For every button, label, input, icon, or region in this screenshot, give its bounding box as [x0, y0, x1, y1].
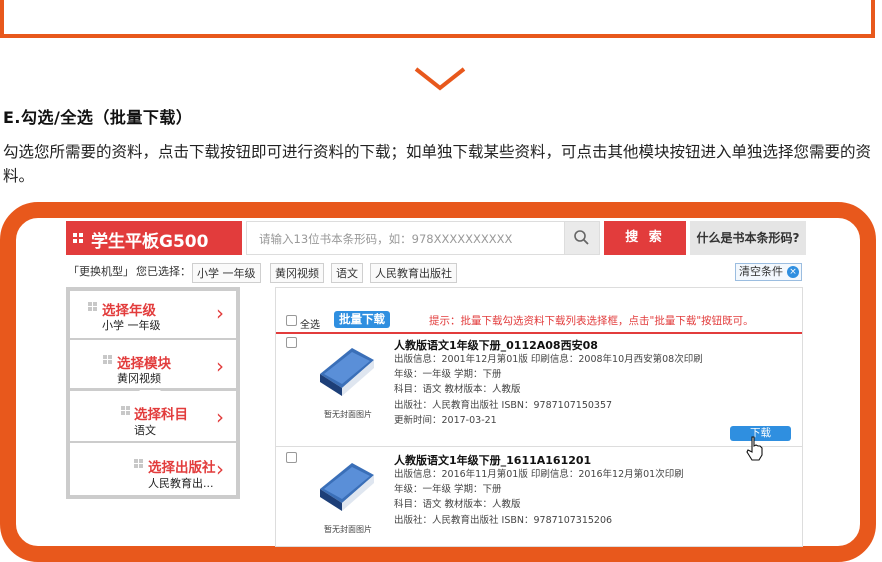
sidebar-item-value: 语文 — [134, 424, 156, 437]
results-panel: 全选 批量下载 提示：批量下载勾选资料下载列表选择框，点击"批量下载"按钮既可。… — [275, 287, 803, 547]
book-icon — [320, 463, 374, 511]
book-icon — [320, 348, 374, 396]
clear-filters-button[interactable]: 清空条件 × — [735, 263, 802, 281]
filter-chip-module[interactable]: 黄冈视频 — [270, 263, 324, 283]
chevron-right-icon: › — [216, 457, 224, 481]
list-item: 暂无封面图片 人教版语文1年级下册_0112A08西安08 出版信息：2001年… — [276, 334, 802, 461]
grid-icon — [121, 406, 131, 416]
chevron-right-icon: › — [216, 354, 224, 378]
result-publisher: 出版社：人民教育出版社 ISBN：9787107315206 — [394, 515, 613, 526]
sidebar-item-module[interactable]: 选择模块 黄冈视频 › — [70, 340, 236, 388]
result-subject: 科目：语文 教材版本：人教版 — [394, 499, 521, 510]
hint-text: 提示：批量下载勾选资料下载列表选择框，点击"批量下载"按钮既可。 — [429, 315, 754, 327]
previous-section-frame — [0, 0, 875, 38]
result-subject: 科目：语文 教材版本：人教版 — [394, 384, 521, 395]
search-input[interactable]: 请输入13位书本条形码，如：978XXXXXXXXXX — [246, 221, 564, 255]
search-icon[interactable] — [564, 221, 600, 255]
sidebar-item-title: 选择年级 — [102, 303, 156, 319]
item-checkbox[interactable] — [286, 337, 297, 348]
grid-icon — [73, 233, 83, 243]
batch-download-button[interactable]: 批量下载 — [334, 311, 390, 328]
sidebar-item-publisher[interactable]: 选择出版社 人民教育出... › — [70, 443, 236, 495]
chevron-right-icon: › — [216, 405, 224, 429]
section-title: E.勾选/全选（批量下载） — [3, 108, 193, 127]
list-item: 暂无封面图片 人教版语文1年级下册_1611A161201 出版信息：2016年… — [276, 449, 802, 561]
sidebar-item-subject[interactable]: 选择科目 语文 › — [70, 391, 236, 441]
chevron-right-icon: › — [216, 301, 224, 325]
no-cover-label: 暂无封面图片 — [324, 525, 372, 534]
sidebar-item-value: 人民教育出... — [148, 477, 214, 490]
sidebar-item-title: 选择出版社 — [148, 460, 216, 476]
sidebar: 选择年级 小学 一年级 › 选择模块 黄冈视频 › 选择科目 语文 › 选择出版… — [66, 287, 240, 499]
sidebar-item-grade[interactable]: 选择年级 小学 一年级 › — [70, 291, 236, 338]
what-is-barcode-button[interactable]: 什么是书本条形码? — [690, 221, 806, 255]
sidebar-item-title: 选择科目 — [134, 407, 188, 423]
sidebar-item-value: 黄冈视频 — [117, 372, 161, 385]
selected-label: 您已选择： — [136, 265, 191, 278]
result-grade: 年级：一年级 学期：下册 — [394, 369, 502, 380]
device-name: 学生平板G500 — [91, 232, 209, 252]
grid-icon — [103, 355, 113, 365]
no-cover-label: 暂无封面图片 — [324, 410, 372, 419]
filter-chip-grade[interactable]: 小学 一年级 — [192, 263, 261, 283]
chevron-down-icon — [414, 67, 466, 91]
grid-icon — [134, 459, 144, 469]
item-checkbox[interactable] — [286, 452, 297, 463]
close-icon: × — [787, 266, 799, 278]
result-edition: 出版信息：2001年12月第01版 印刷信息：2008年10月西安第08次印刷 — [394, 354, 703, 365]
select-all-checkbox[interactable] — [286, 315, 297, 326]
select-all-label: 全选 — [300, 320, 320, 331]
sidebar-item-title: 选择模块 — [117, 356, 171, 372]
grid-icon — [88, 302, 98, 312]
filter-chip-publisher[interactable]: 人民教育出版社 — [370, 263, 457, 283]
result-updated: 更新时间：2017-03-21 — [394, 415, 497, 426]
result-edition: 出版信息：2016年11月第01版 印刷信息：2016年12月第01次印刷 — [394, 469, 684, 480]
batch-toolbar: 全选 批量下载 提示：批量下载勾选资料下载列表选择框，点击"批量下载"按钮既可。 — [276, 308, 802, 334]
search-button[interactable]: 搜 索 — [604, 221, 686, 255]
sidebar-item-value: 小学 一年级 — [102, 319, 161, 332]
change-model-link[interactable]: 「更换机型」 — [68, 263, 134, 279]
section-description: 勾选您所需要的资料，点击下载按钮即可进行资料的下载；如单独下载某些资料，可点击其… — [3, 143, 872, 185]
result-publisher: 出版社：人民教育出版社 ISBN：9787107150357 — [394, 400, 613, 411]
result-grade: 年级：一年级 学期：下册 — [394, 484, 502, 495]
clear-filters-label: 清空条件 — [739, 265, 783, 278]
filter-chip-subject[interactable]: 语文 — [331, 263, 363, 283]
device-logo: 学生平板G500 — [66, 221, 242, 255]
